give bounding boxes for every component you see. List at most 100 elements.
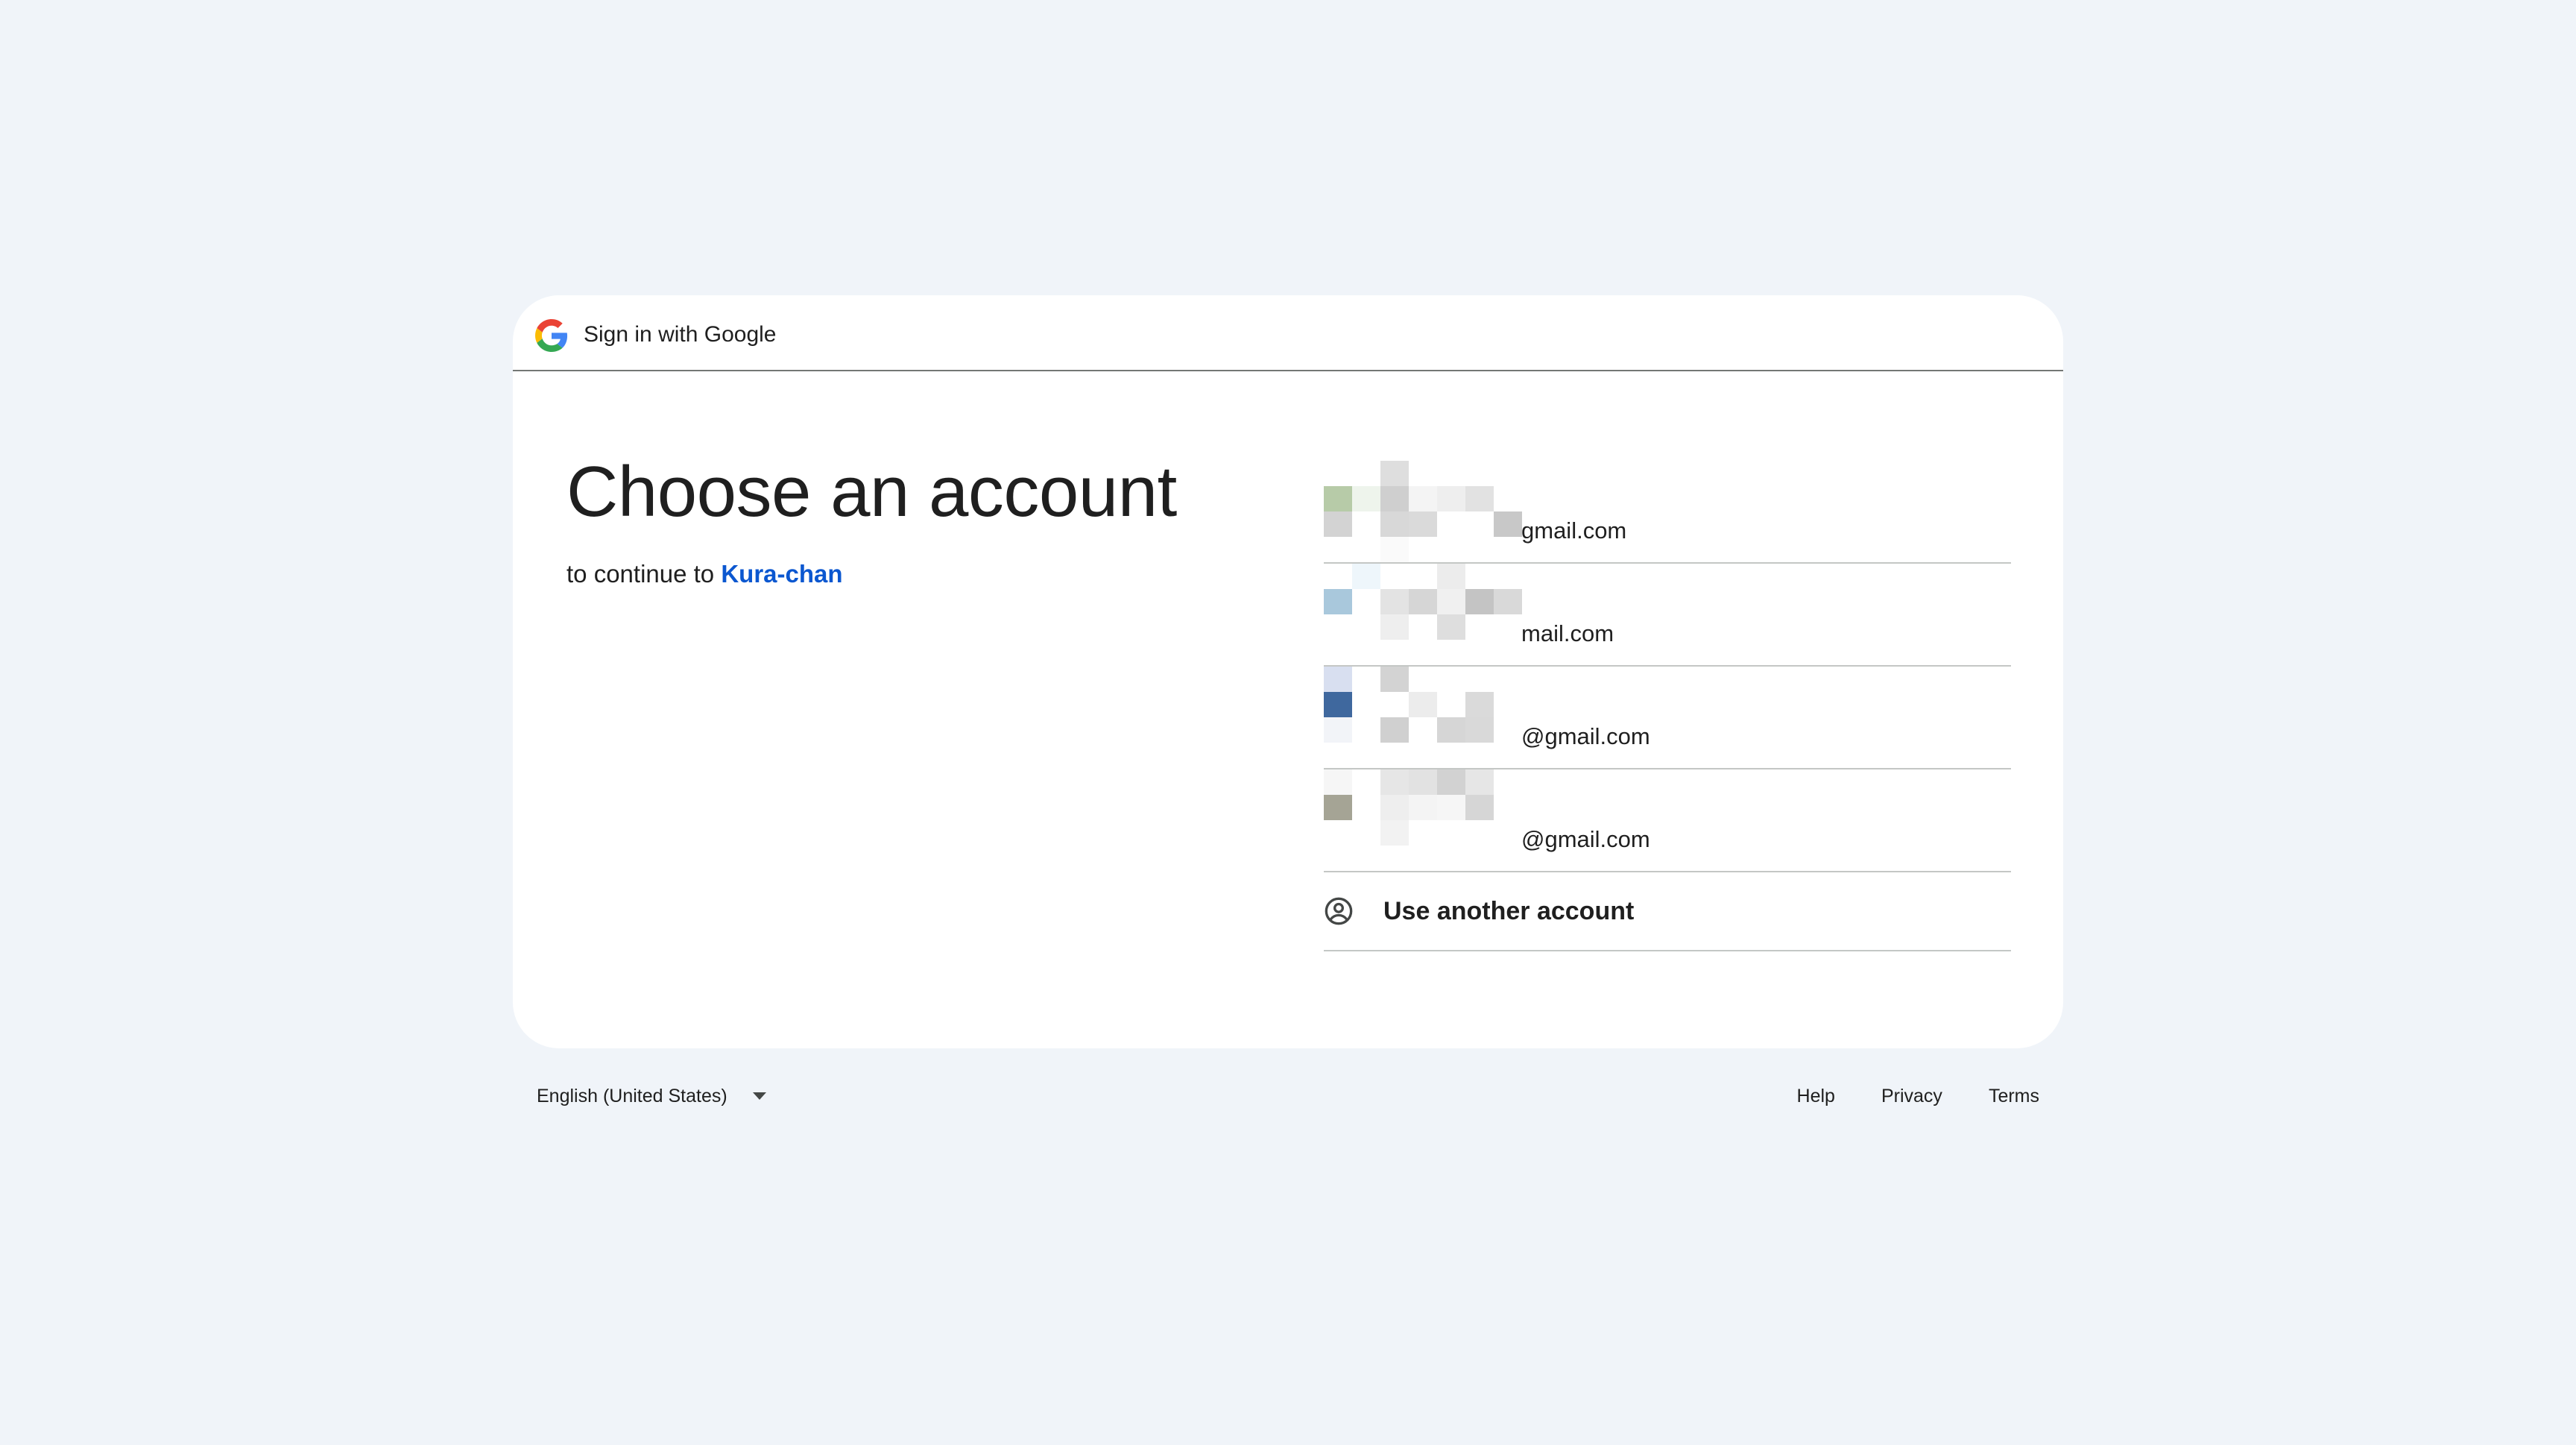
avatar-pixel — [1409, 461, 1437, 486]
account-list: gmail.com mail.com @gmail.com @gmail.com — [1324, 461, 2011, 951]
avatar-pixel — [1324, 692, 1352, 717]
avatar-pixel — [1380, 537, 1409, 562]
avatar-pixel — [1494, 589, 1522, 614]
avatar-pixel — [1437, 589, 1465, 614]
avatar-pixel — [1352, 717, 1380, 743]
avatar-pixel — [1409, 640, 1437, 665]
avatar-pixel — [1352, 461, 1380, 486]
avatar-pixel — [1324, 717, 1352, 743]
avatar-pixel — [1494, 640, 1522, 665]
avatar-pixel — [1494, 564, 1522, 589]
avatar-pixel — [1409, 769, 1437, 795]
caret-down-icon — [752, 1092, 766, 1100]
avatar-pixel — [1494, 846, 1522, 871]
language-select[interactable]: English (United States) — [537, 1074, 766, 1118]
avatar-pixel — [1465, 667, 1494, 692]
avatar-pixel — [1409, 820, 1437, 846]
avatar-pixel — [1380, 769, 1409, 795]
avatar-pixel — [1465, 537, 1494, 562]
avatar-pixel — [1352, 589, 1380, 614]
avatar-pixel — [1494, 614, 1522, 640]
avatar-pixel — [1352, 743, 1380, 768]
avatar-pixel — [1380, 692, 1409, 717]
avatar-pixel — [1465, 743, 1494, 768]
avatar-pixel — [1324, 820, 1352, 846]
avatar-pixel — [1409, 743, 1437, 768]
account-email: @gmail.com — [1521, 723, 1650, 749]
avatar-pixel — [1465, 486, 1494, 511]
avatar-pixel — [1380, 667, 1409, 692]
avatar-pixel — [1465, 589, 1494, 614]
avatar-pixel — [1324, 640, 1352, 665]
page-title: Choose an account — [566, 452, 1177, 532]
avatar-pixel — [1465, 717, 1494, 743]
avatar-pixel — [1437, 692, 1465, 717]
avatar-pixel — [1352, 640, 1380, 665]
avatar-pixel — [1494, 537, 1522, 562]
avatar-pixel — [1494, 667, 1522, 692]
avatar-pixel — [1409, 717, 1437, 743]
avatar-pixel — [1380, 795, 1409, 820]
avatar-pixel — [1465, 692, 1494, 717]
avatar-pixel — [1465, 795, 1494, 820]
privacy-link[interactable]: Privacy — [1881, 1086, 1942, 1107]
use-another-account-button[interactable]: Use another account — [1324, 872, 2011, 951]
avatar-pixel — [1324, 667, 1352, 692]
avatar-pixel — [1437, 486, 1465, 511]
avatar-pixel — [1380, 589, 1409, 614]
avatar-pixel — [1437, 769, 1465, 795]
avatar-pixel — [1380, 743, 1409, 768]
card-header: Sign in with Google — [513, 295, 2063, 371]
avatar-pixel — [1437, 640, 1465, 665]
google-g-icon — [535, 319, 568, 352]
app-name-link[interactable]: Kura-chan — [721, 560, 842, 588]
account-item[interactable]: @gmail.com — [1324, 769, 2011, 872]
avatar-pixel — [1352, 511, 1380, 537]
avatar-pixel — [1324, 511, 1352, 537]
avatar-pixel — [1409, 564, 1437, 589]
avatar-pixel — [1494, 820, 1522, 846]
avatar-pixel — [1324, 614, 1352, 640]
avatar-pixel — [1352, 692, 1380, 717]
avatar-pixel — [1465, 769, 1494, 795]
avatar-pixel — [1437, 667, 1465, 692]
account-circle-icon — [1325, 897, 1353, 925]
avatar — [1324, 461, 1522, 562]
sign-in-card: Sign in with Google Choose an account to… — [513, 295, 2063, 1048]
avatar-pixel — [1352, 820, 1380, 846]
avatar-pixel — [1437, 614, 1465, 640]
terms-link[interactable]: Terms — [1989, 1086, 2039, 1107]
avatar-pixel — [1465, 461, 1494, 486]
avatar — [1324, 667, 1522, 768]
avatar-pixel — [1465, 564, 1494, 589]
account-email: @gmail.com — [1521, 826, 1650, 852]
help-link[interactable]: Help — [1797, 1086, 1835, 1107]
avatar-pixel — [1380, 640, 1409, 665]
avatar-pixel — [1352, 564, 1380, 589]
avatar-pixel — [1409, 667, 1437, 692]
avatar-pixel — [1437, 743, 1465, 768]
avatar-pixel — [1324, 537, 1352, 562]
account-item[interactable]: @gmail.com — [1324, 667, 2011, 769]
avatar-pixel — [1352, 486, 1380, 511]
avatar-pixel — [1494, 692, 1522, 717]
avatar-pixel — [1380, 461, 1409, 486]
avatar-pixel — [1324, 769, 1352, 795]
account-item[interactable]: gmail.com — [1324, 461, 2011, 564]
avatar-pixel — [1324, 564, 1352, 589]
avatar-pixel — [1324, 589, 1352, 614]
avatar-pixel — [1494, 486, 1522, 511]
avatar-pixel — [1324, 795, 1352, 820]
avatar-pixel — [1494, 795, 1522, 820]
avatar-pixel — [1409, 614, 1437, 640]
account-item[interactable]: mail.com — [1324, 564, 2011, 667]
avatar-pixel — [1352, 795, 1380, 820]
avatar-pixel — [1409, 692, 1437, 717]
avatar-pixel — [1380, 564, 1409, 589]
avatar-pixel — [1465, 820, 1494, 846]
avatar-pixel — [1437, 461, 1465, 486]
avatar-pixel — [1494, 743, 1522, 768]
avatar-pixel — [1437, 537, 1465, 562]
avatar-pixel — [1409, 846, 1437, 871]
avatar-pixel — [1437, 820, 1465, 846]
